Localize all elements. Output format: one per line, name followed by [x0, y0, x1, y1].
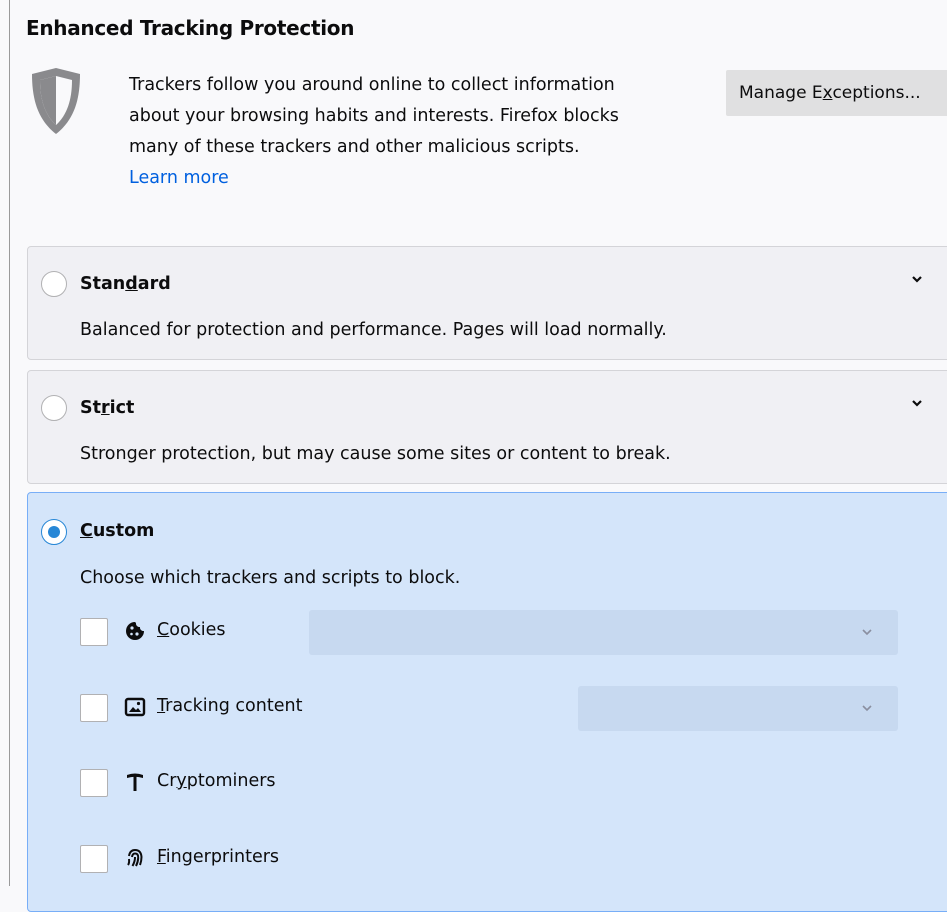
tracking-content-checkbox[interactable] [80, 694, 108, 722]
strict-radio[interactable] [41, 395, 67, 421]
strict-title-post: ict [109, 398, 135, 418]
page-title: Enhanced Tracking Protection [26, 16, 355, 40]
cryptominers-row: Cryptominers [80, 769, 920, 805]
manage-exceptions-accesskey: x [822, 83, 833, 103]
fingerprinters-checkbox[interactable] [80, 845, 108, 873]
strict-title: Strict [80, 398, 134, 418]
learn-more-link[interactable]: Learn more [129, 168, 229, 188]
cookies-row: Cookies [80, 610, 920, 655]
pickaxe-icon [127, 773, 143, 791]
tracking-content-row: Tracking content [80, 686, 920, 731]
intro-line-2: about your browsing habits and interests… [129, 106, 619, 126]
standard-radio[interactable] [41, 271, 67, 297]
standard-title-accesskey: d [125, 274, 138, 294]
strict-description: Stronger protection, but may cause some … [80, 444, 671, 464]
custom-description: Choose which trackers and scripts to blo… [80, 568, 461, 588]
cookies-accesskey: C [157, 620, 170, 640]
tracking-select-chevron-down-icon [862, 705, 872, 712]
standard-option-card[interactable]: Standard Balanced for protection and per… [27, 246, 947, 360]
cookies-label: Cookies [157, 620, 226, 640]
cookies-select-chevron-down-icon [862, 629, 872, 636]
custom-option-card[interactable]: Custom Choose which trackers and scripts… [27, 492, 947, 912]
cookies-checkbox[interactable] [80, 618, 108, 646]
fingerprinters-label-rest: ingerprinters [165, 847, 280, 867]
cryptominers-label-pre: Cr [157, 771, 177, 791]
cookies-label-rest: ookies [169, 620, 226, 640]
strict-option-card[interactable]: Strict Stronger protection, but may caus… [27, 370, 947, 484]
cookies-select[interactable] [309, 610, 898, 655]
custom-radio[interactable] [41, 519, 67, 545]
strict-title-pre: St [80, 398, 101, 418]
fingerprinters-label: Fingerprinters [157, 847, 279, 867]
manage-exceptions-button[interactable]: Manage Exceptions... [726, 70, 947, 116]
strict-title-accesskey: r [100, 398, 110, 418]
shield-icon [32, 68, 80, 134]
standard-chevron-down-icon[interactable] [910, 274, 924, 284]
standard-title: Standard [80, 274, 171, 294]
fingerprint-icon [127, 848, 143, 867]
tracking-content-label: Tracking content [157, 696, 302, 716]
strict-chevron-down-icon[interactable] [910, 398, 924, 408]
cryptominers-label: Cryptominers [157, 771, 276, 791]
tracking-content-label-rest: racking content [165, 696, 303, 716]
cryptominers-accesskey: y [176, 771, 187, 791]
standard-title-post: ard [137, 274, 171, 294]
intro-line-3: many of these trackers and other malicio… [129, 137, 580, 157]
cryptominers-label-rest: ptominers [186, 771, 276, 791]
intro-line-1: Trackers follow you around online to col… [129, 75, 615, 95]
fingerprinters-row: Fingerprinters [80, 845, 920, 881]
left-border [9, 0, 10, 886]
tracking-content-accesskey: T [157, 696, 166, 716]
manage-exceptions-label-pre: Manage E [739, 83, 823, 103]
tracking-content-select[interactable] [578, 686, 898, 731]
image-icon [124, 697, 146, 717]
custom-title-accesskey: C [80, 521, 93, 541]
custom-title: Custom [80, 521, 154, 541]
cryptominers-checkbox[interactable] [80, 769, 108, 797]
custom-title-post: ustom [92, 521, 155, 541]
standard-title-pre: Stan [80, 274, 126, 294]
fingerprinters-accesskey: F [157, 847, 166, 867]
intro-text: Trackers follow you around online to col… [129, 70, 709, 194]
cookie-icon [126, 622, 144, 640]
manage-exceptions-label-post: ceptions... [832, 83, 921, 103]
standard-description: Balanced for protection and performance.… [80, 320, 667, 340]
